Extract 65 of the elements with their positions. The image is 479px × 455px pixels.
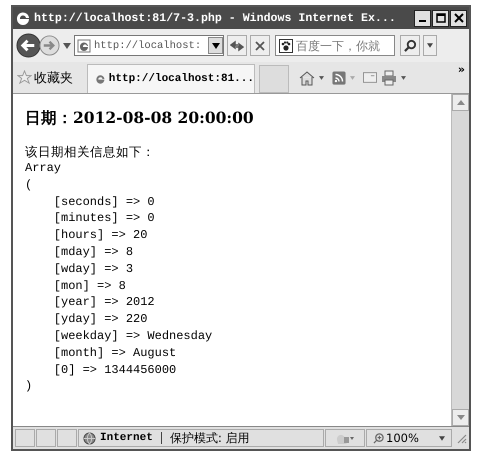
maximize-button[interactable] bbox=[432, 10, 449, 26]
code-line: [minutes] => 0 bbox=[52, 210, 156, 228]
security-zone: Internet bbox=[100, 432, 153, 444]
stop-button[interactable] bbox=[250, 35, 270, 56]
code-line: [seconds] => 0 bbox=[52, 194, 156, 210]
more-tools-button[interactable]: » bbox=[458, 63, 465, 76]
status-panel bbox=[15, 429, 35, 447]
protected-mode-status: 保护模式: 启用 bbox=[170, 430, 250, 446]
page-heading: 日期：2012-08-08 20:00:00 bbox=[25, 108, 255, 129]
back-button[interactable] bbox=[16, 33, 41, 58]
maximize-icon bbox=[436, 13, 446, 23]
scroll-down-button[interactable] bbox=[452, 409, 469, 426]
status-panel bbox=[36, 429, 56, 447]
search-options-button[interactable] bbox=[423, 35, 437, 56]
address-text: http://localhost: bbox=[94, 40, 202, 52]
code-line: [yday] => 220 bbox=[52, 311, 148, 328]
dropdown-arrow-icon[interactable] bbox=[401, 76, 406, 80]
caret-icon bbox=[427, 43, 433, 48]
code-line: [wday] => 3 bbox=[52, 260, 134, 278]
star-icon bbox=[17, 70, 32, 85]
refresh-icon bbox=[230, 40, 244, 52]
print-icon[interactable] bbox=[381, 70, 397, 86]
code-line: ) bbox=[25, 378, 34, 396]
down-arrow-icon bbox=[456, 415, 464, 420]
code-line: [mon] => 8 bbox=[52, 278, 127, 294]
up-arrow-icon bbox=[456, 100, 464, 105]
address-dropdown-button[interactable] bbox=[208, 37, 223, 54]
caret-icon bbox=[212, 42, 220, 48]
intro-text: 该日期相关信息如下： bbox=[25, 143, 156, 160]
close-icon bbox=[454, 13, 464, 23]
code-line: [0] => 1344456000 bbox=[52, 362, 178, 378]
scrollbar[interactable] bbox=[451, 94, 469, 426]
dropdown-arrow-icon[interactable] bbox=[319, 76, 324, 80]
globe-icon bbox=[83, 432, 96, 444]
page-icon bbox=[77, 38, 91, 52]
resize-grip-icon[interactable] bbox=[455, 432, 467, 444]
code-line: [weekday] => Wednesday bbox=[52, 328, 214, 345]
zoom-button[interactable]: 100% bbox=[366, 429, 452, 447]
search-field[interactable]: 百度一下，你就 bbox=[275, 35, 395, 56]
address-field[interactable]: http://localhost: bbox=[74, 35, 224, 56]
home-icon[interactable] bbox=[299, 70, 315, 86]
close-button[interactable] bbox=[450, 10, 467, 26]
minimize-icon bbox=[419, 20, 426, 22]
browser-tab[interactable]: http://localhost:81... bbox=[87, 64, 255, 93]
minimize-button[interactable] bbox=[414, 10, 431, 26]
refresh-button[interactable] bbox=[227, 35, 247, 56]
close-icon bbox=[254, 40, 266, 52]
mail-icon[interactable] bbox=[363, 72, 377, 83]
zoom-icon bbox=[373, 432, 384, 444]
search-button[interactable] bbox=[400, 35, 420, 56]
search-icon bbox=[404, 39, 416, 52]
code-line: [hours] => 20 bbox=[52, 227, 148, 244]
code-line: ( bbox=[25, 176, 34, 194]
caret-icon bbox=[439, 436, 445, 440]
code-line: [mday] => 8 bbox=[52, 244, 134, 261]
window-title: http://localhost:81/7-3.php - Windows Internet Ex... bbox=[34, 12, 397, 24]
code-line: [year] => 2012 bbox=[52, 294, 156, 312]
code-line: Array bbox=[25, 160, 62, 177]
favorites-button[interactable]: 收藏夹 bbox=[17, 68, 73, 86]
history-dropdown-icon[interactable] bbox=[63, 42, 71, 48]
paw-icon bbox=[279, 38, 293, 52]
code-line: [month] => August bbox=[52, 344, 178, 362]
browser-logo-icon bbox=[15, 10, 31, 26]
feed-icon[interactable] bbox=[332, 70, 346, 84]
scroll-up-button[interactable] bbox=[452, 94, 469, 111]
